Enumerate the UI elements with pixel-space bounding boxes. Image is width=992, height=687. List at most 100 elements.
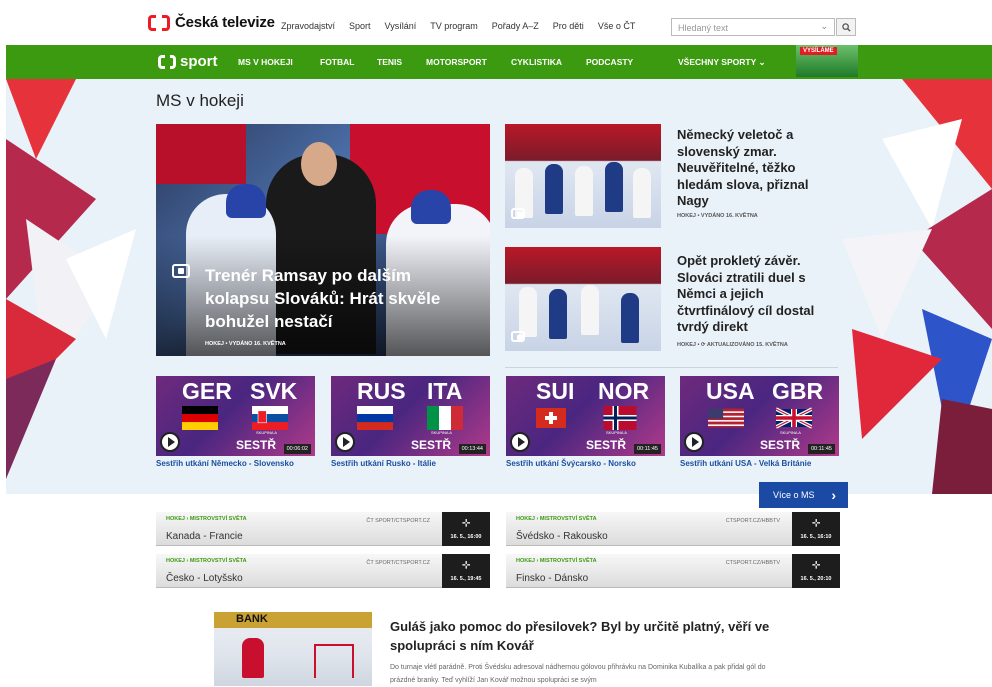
nav-vysilani[interactable]: Vysílání	[385, 21, 417, 31]
decorative-shapes-left	[6, 79, 136, 479]
team-code-home: SUI	[536, 378, 575, 404]
camera-icon	[511, 331, 525, 342]
play-icon[interactable]	[160, 432, 180, 452]
match-teams: Kanada - Francie	[166, 531, 243, 542]
nav-pro-deti[interactable]: Pro děti	[553, 21, 584, 31]
article-excerpt: Do turnaje vlétl parádně. Proti Švédsku …	[390, 664, 766, 684]
play-icon[interactable]	[335, 432, 355, 452]
team-code-away: ITA	[427, 378, 463, 404]
article-image[interactable]: BANK	[214, 612, 372, 686]
side-story-image-1[interactable]	[505, 124, 661, 228]
team-code-home: USA	[706, 378, 755, 404]
video-sub: SKUPINA A	[431, 430, 452, 435]
match-row[interactable]: HOKEJ › MISTROVSTVÍ SVĚTA Švédsko - Rako…	[506, 512, 840, 546]
sport-nav-podcasty[interactable]: PODCASTY	[586, 57, 633, 67]
ct-logo[interactable]: Česká televize	[148, 14, 275, 31]
side-story-headline-2[interactable]: Opět prokletý závěr. Slováci ztratili du…	[677, 253, 827, 336]
video-sub: SKUPINA A	[606, 430, 627, 435]
top-bar: Česká televize Zpravodajství Sport Vysíl…	[0, 0, 992, 44]
video-caption-2[interactable]: Sestřih utkání Rusko - Itálie	[331, 459, 436, 468]
side-story-image-2[interactable]	[505, 247, 661, 351]
side-story-headline-1[interactable]: Německý veletoč a slovenský zmar. Neuvěř…	[677, 127, 827, 210]
match-row[interactable]: HOKEJ › MISTROVSTVÍ SVĚTA Kanada - Franc…	[156, 512, 490, 546]
slovakia-flag-icon	[252, 406, 288, 430]
player-shape	[581, 285, 599, 335]
ad-board-left	[156, 124, 246, 184]
play-icon[interactable]	[510, 432, 530, 452]
video-card-usa-gbr[interactable]: USA GBR SKUPINA A SESTŘ 00:11:45	[680, 376, 839, 456]
video-sub: SKUPINA A	[256, 430, 277, 435]
ct-logo-icon	[148, 14, 170, 31]
coach-head	[301, 142, 337, 186]
video-caption-3[interactable]: Sestřih utkání Švýcarsko - Norsko	[506, 459, 636, 468]
sport-nav-cyklistika[interactable]: CYKLISTIKA	[511, 57, 562, 67]
nav-zpravodajstvi[interactable]: Zpravodajství	[281, 21, 335, 31]
match-row[interactable]: HOKEJ › MISTROVSTVÍ SVĚTA Česko - Lotyšs…	[156, 554, 490, 588]
article-headline[interactable]: Guláš jako pomoc do přesilovek? Byl by u…	[390, 617, 790, 655]
player-shape	[605, 162, 623, 212]
video-duration: 00:06:02	[283, 444, 311, 454]
main-story-headline[interactable]: Trenér Ramsay po dalším kolapsu Slováků:…	[205, 264, 475, 333]
match-channel: CTSPORT.CZ/HBBTV	[725, 560, 780, 566]
match-crumb[interactable]: HOKEJ › MISTROVSTVÍ SVĚTA	[166, 558, 247, 564]
sport-nav-vsechny[interactable]: VŠECHNY SPORTY ⌄	[678, 57, 766, 68]
video-duration: 00:11:45	[807, 444, 835, 454]
match-crumb[interactable]: HOKEJ › MISTROVSTVÍ SVĚTA	[166, 516, 247, 522]
match-time: 16. 5., 16:00	[442, 512, 490, 546]
russia-flag-icon	[357, 406, 393, 430]
video-card-ger-svk[interactable]: GER SVK SKUPINA A SESTŘ 00:06:02	[156, 376, 315, 456]
match-channel: ČT SPORT/CTSPORT.CZ	[366, 518, 430, 524]
helmet-left	[226, 184, 266, 218]
match-teams: Finsko - Dánsko	[516, 573, 589, 584]
brand-name: Česká televize	[175, 14, 275, 31]
match-row[interactable]: HOKEJ › MISTROVSTVÍ SVĚTA Finsko - Dánsk…	[506, 554, 840, 588]
sport-nav-fotbal[interactable]: FOTBAL	[320, 57, 354, 67]
goal-shape	[314, 644, 354, 678]
main-story-card[interactable]: Trenér Ramsay po dalším kolapsu Slováků:…	[156, 124, 490, 356]
camera-icon	[172, 264, 190, 278]
chevron-down-icon[interactable]: ⌄	[820, 21, 828, 32]
match-crumb[interactable]: HOKEJ › MISTROVSTVÍ SVĚTA	[516, 516, 597, 522]
italy-flag-icon	[427, 406, 463, 430]
player-shape	[545, 164, 563, 214]
nav-porady[interactable]: Pořady A–Z	[492, 21, 539, 31]
match-crumb[interactable]: HOKEJ › MISTROVSTVÍ SVĚTA	[516, 558, 597, 564]
divider	[505, 367, 838, 368]
live-broadcast-badge[interactable]: VYSÍLÁME	[796, 45, 858, 77]
video-caption-4[interactable]: Sestřih utkání USA - Velká Británie	[680, 459, 811, 468]
sport-logo[interactable]: sport	[158, 53, 218, 70]
chevron-down-icon: ⌄	[758, 57, 766, 67]
more-ms-button[interactable]: Více o MS ›	[759, 482, 848, 508]
main-story-meta: HOKEJ • VYDÁNO 16. KVĚTNA	[205, 341, 286, 347]
nav-tv-program[interactable]: TV program	[430, 21, 478, 31]
team-code-away: SVK	[250, 378, 298, 404]
player-shape	[633, 168, 651, 218]
sport-nav-tenis[interactable]: TENIS	[377, 57, 402, 67]
sport-nav-ms-hokej[interactable]: MS V HOKEJI	[238, 57, 293, 67]
nav-vse-o-ct[interactable]: Vše o ČT	[598, 21, 636, 31]
match-channel: ČT SPORT/CTSPORT.CZ	[366, 560, 430, 566]
team-code-home: GER	[182, 378, 232, 404]
sport-nav-motorsport[interactable]: MOTORSPORT	[426, 57, 487, 67]
video-duration: 00:11:45	[633, 444, 661, 454]
match-time: 16. 5., 19:45	[442, 554, 490, 588]
more-ms-label: Více o MS	[773, 490, 815, 500]
play-icon[interactable]	[684, 432, 704, 452]
sport-nav-bar: sport MS V HOKEJI FOTBAL TENIS MOTORSPOR…	[6, 45, 992, 79]
video-card-sui-nor[interactable]: SUI NOR SKUPINA A SESTŘ 00:11:45	[506, 376, 665, 456]
hero-section	[6, 79, 992, 494]
search-button[interactable]	[836, 18, 856, 36]
video-duration: 00:13:44	[458, 444, 486, 454]
team-code-away: NOR	[598, 378, 650, 404]
nav-sport[interactable]: Sport	[349, 21, 371, 31]
banner-text: BANK	[236, 613, 268, 625]
video-card-rus-ita[interactable]: RUS ITA SKUPINA A SESTŘ 00:13:44	[331, 376, 490, 456]
match-channel: CTSPORT.CZ/HBBTV	[725, 518, 780, 524]
side-story-meta-1: HOKEJ • VYDÁNO 16. KVĚTNA	[677, 213, 758, 219]
camera-icon	[511, 208, 525, 219]
video-caption-1[interactable]: Sestřih utkání Německo - Slovensko	[156, 459, 294, 468]
decorative-shapes-right	[842, 79, 992, 494]
search-input[interactable]: Hledaný text ⌄	[671, 18, 835, 36]
match-time: 16. 5., 16:10	[792, 512, 840, 546]
helmet-right	[411, 190, 451, 224]
